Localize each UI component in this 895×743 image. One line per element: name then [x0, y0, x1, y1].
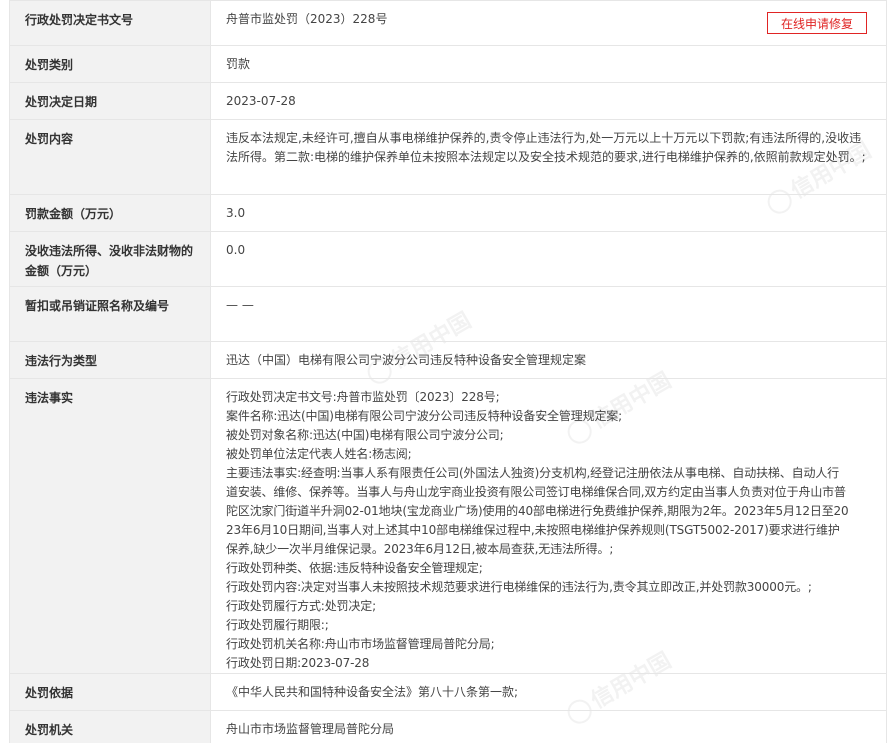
facts-line: 保养,缺少一次半月维保记录。2023年6月12日,被本局查获,无违法所得。; [226, 542, 614, 556]
facts-line: 行政处罚种类、依据:违反特种设备安全管理规定; [226, 561, 483, 575]
facts-line: 行政处罚内容:决定对当事人未按照技术规范要求进行电梯维保的违法行为,责令其立即改… [226, 580, 812, 594]
field-label: 没收违法所得、没收非法财物的金额（万元） [9, 231, 211, 287]
facts-line: 被处罚对象名称:迅达(中国)电梯有限公司宁波分公司; [226, 428, 504, 442]
facts-line: 行政处罚机关名称:舟山市市场监督管理局普陀分局; [226, 637, 495, 651]
facts-line: 行政处罚履行方式:处罚决定; [226, 599, 376, 613]
confiscation-amount-value: 0.0 [210, 231, 887, 287]
field-label: 暂扣或吊销证照名称及编号 [9, 286, 211, 342]
table-row: 处罚机关 舟山市市场监督管理局普陀分局 [9, 710, 887, 743]
facts-line: 主要违法事实:经查明:当事人系有限责任公司(外国法人独资)分支机构,经登记注册依… [226, 466, 840, 480]
facts-line: 行政处罚履行期限:; [226, 618, 329, 632]
table-row: 处罚类别 罚款 [9, 45, 887, 83]
field-label: 违法事实 [9, 378, 211, 674]
table-row: 处罚决定日期 2023-07-28 [9, 82, 887, 120]
field-label: 处罚依据 [9, 673, 211, 711]
field-label: 处罚机关 [9, 710, 211, 743]
table-row: 没收违法所得、没收非法财物的金额（万元） 0.0 [9, 231, 887, 287]
field-label: 处罚类别 [9, 45, 211, 83]
facts-line: 道安装、维修、保养等。当事人与舟山龙宇商业投资有限公司签订电梯维保合同,双方约定… [226, 485, 846, 499]
facts-line: 陀区沈家门街道半升洞02-01地块(宝龙商业广场)使用的40部电梯进行免费维护保… [226, 504, 849, 518]
fine-amount-value: 3.0 [210, 194, 887, 232]
field-label: 处罚决定日期 [9, 82, 211, 120]
facts-line: 行政处罚决定书文号:舟普市监处罚〔2023〕228号; [226, 390, 500, 404]
violation-type-value: 迅达（中国）电梯有限公司宁波分公司违反特种设备安全管理规定案 [210, 341, 887, 379]
penalty-authority-value: 舟山市市场监督管理局普陀分局 [210, 710, 887, 743]
table-row: 处罚依据 《中华人民共和国特种设备安全法》第八十八条第一款; [9, 673, 887, 711]
penalty-content-value: 违反本法规定,未经许可,擅自从事电梯维护保养的,责令停止违法行为,处一万元以上十… [210, 119, 887, 195]
table-row: 罚款金额（万元） 3.0 [9, 194, 887, 232]
facts-line: 被处罚单位法定代表人姓名:杨志阅; [226, 447, 412, 461]
facts-line: 案件名称:迅达(中国)电梯有限公司宁波分公司违反特种设备安全管理规定案; [226, 409, 623, 423]
penalty-detail-page: 信用中国 信用中国 信用中国 信用中国 信用中国 信用中国 行政处罚决定书文号 … [0, 0, 895, 743]
field-label: 处罚内容 [9, 119, 211, 195]
table-row: 违法行为类型 迅达（中国）电梯有限公司宁波分公司违反特种设备安全管理规定案 [9, 341, 887, 379]
facts-line: 23年6月10日期间,当事人对上述其中10部电梯维保过程中,未按照电梯维护保养规… [226, 523, 840, 537]
penalty-info-table: 行政处罚决定书文号 舟普市监处罚（2023）228号 处罚类别 罚款 处罚决定日… [9, 0, 887, 743]
table-row: 暂扣或吊销证照名称及编号 — — [9, 286, 887, 342]
field-label: 违法行为类型 [9, 341, 211, 379]
license-revoked-value: — — [210, 286, 887, 342]
facts-line: 行政处罚日期:2023-07-28 [226, 656, 370, 670]
field-label: 罚款金额（万元） [9, 194, 211, 232]
table-row: 违法事实 行政处罚决定书文号:舟普市监处罚〔2023〕228号; 案件名称:迅达… [9, 378, 887, 674]
table-row: 行政处罚决定书文号 舟普市监处罚（2023）228号 [9, 0, 887, 46]
online-repair-button[interactable]: 在线申请修复 [767, 12, 867, 34]
decision-date-value: 2023-07-28 [210, 82, 887, 120]
penalty-category-value: 罚款 [210, 45, 887, 83]
table-row: 处罚内容 违反本法规定,未经许可,擅自从事电梯维护保养的,责令停止违法行为,处一… [9, 119, 887, 195]
field-label: 行政处罚决定书文号 [9, 0, 211, 46]
penalty-basis-value: 《中华人民共和国特种设备安全法》第八十八条第一款; [210, 673, 887, 711]
violation-facts-value: 行政处罚决定书文号:舟普市监处罚〔2023〕228号; 案件名称:迅达(中国)电… [210, 378, 887, 674]
